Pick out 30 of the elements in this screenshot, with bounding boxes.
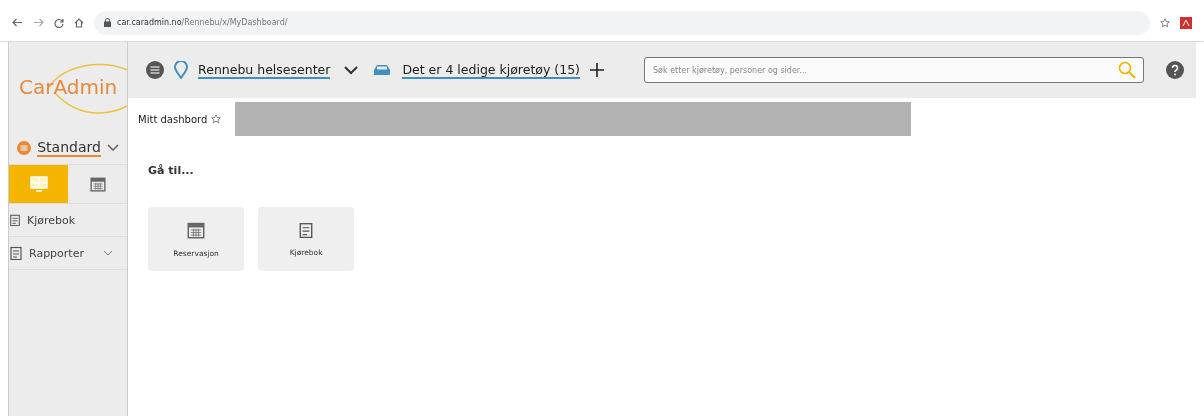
pdf-icon[interactable] xyxy=(1180,16,1192,29)
location-link[interactable]: Rennebu helsesenter xyxy=(198,61,331,79)
reload-icon[interactable] xyxy=(54,17,64,28)
profile-selector[interactable]: Standard xyxy=(37,139,101,157)
sidebar-item[interactable]: Rapporter xyxy=(9,237,128,270)
help-icon[interactable] xyxy=(1166,61,1184,79)
clipboard-icon xyxy=(298,221,315,238)
menu-circle-icon xyxy=(17,141,32,155)
back-icon[interactable] xyxy=(12,18,23,27)
home-icon[interactable] xyxy=(74,17,84,28)
calendar-icon xyxy=(89,176,106,192)
monitor-icon xyxy=(29,176,48,192)
search-field[interactable]: Søk etter kjøretøy, personer og sider... xyxy=(644,57,1144,83)
plus-icon[interactable] xyxy=(590,63,604,77)
url-text: car.caradmin.no/Rennebu/x/MyDashboard/ xyxy=(117,18,288,27)
menu-icon[interactable] xyxy=(146,61,165,79)
clipboard-icon xyxy=(9,246,23,260)
logo-text: CarAdmin xyxy=(18,75,118,99)
star-icon[interactable] xyxy=(211,114,222,124)
star-icon[interactable] xyxy=(1160,17,1170,28)
lock-icon xyxy=(104,18,111,27)
vehicles-link[interactable]: Det er 4 ledige kjøretøy (15) xyxy=(402,61,580,79)
chevron-down-icon[interactable] xyxy=(344,65,359,75)
sidebar-item[interactable]: Kjørebok xyxy=(9,204,128,237)
clipboard-icon xyxy=(9,214,21,226)
location-pin-icon xyxy=(174,61,189,79)
section-heading: Gå til... xyxy=(148,164,195,177)
chevron-down-icon[interactable] xyxy=(106,144,119,152)
address-bar[interactable]: car.caradmin.no/Rennebu/x/MyDashboard/ xyxy=(94,10,1150,35)
calendar-icon xyxy=(187,220,206,239)
